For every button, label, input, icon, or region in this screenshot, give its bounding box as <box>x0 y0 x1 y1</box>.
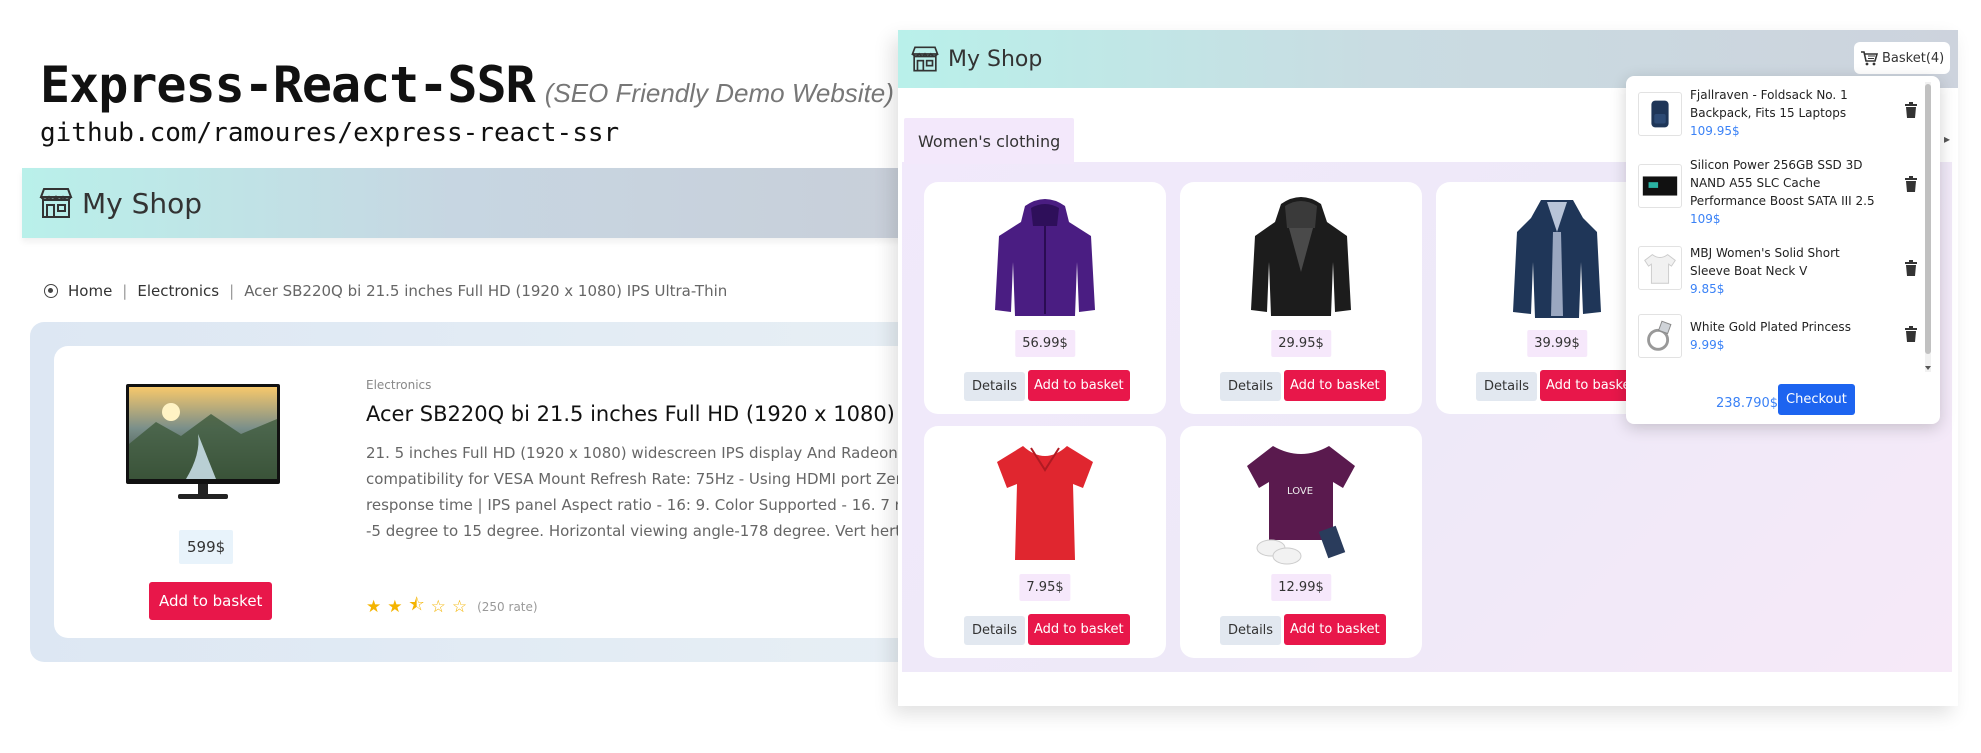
breadcrumb-home[interactable]: Home <box>68 282 112 300</box>
rating-count: (250 rate) <box>477 599 538 614</box>
intro-title: Express-React-SSR <box>40 56 536 114</box>
trash-icon[interactable] <box>1904 326 1918 342</box>
basket-item-price: 9.99$ <box>1690 338 1725 352</box>
product-price: 12.99$ <box>1271 574 1331 601</box>
details-button[interactable]: Details <box>964 372 1026 401</box>
ring-thumbnail <box>1638 314 1682 358</box>
target-icon <box>44 284 58 298</box>
tab-womens-clothing[interactable]: Women's clothing <box>904 118 1075 164</box>
black-leather-jacket-image <box>1251 197 1351 316</box>
shop-icon <box>39 188 73 218</box>
basket-total: 238.790$ <box>1716 396 1779 411</box>
shop-logo-text[interactable]: My Shop <box>82 187 202 220</box>
basket-item-name: White Gold Plated Princess <box>1690 320 1851 334</box>
star-full-icon: ★ <box>366 596 382 617</box>
add-to-basket-button[interactable]: Add to basket <box>1284 614 1386 645</box>
monitor-product-image <box>126 384 280 499</box>
shop-logo-text[interactable]: My Shop <box>948 47 1042 72</box>
breadcrumb-category[interactable]: Electronics <box>137 282 219 300</box>
basket-item: MBJ Women's Solid Short Sleeve Boat Neck… <box>1638 244 1928 296</box>
product-detail-card: 599$ Add to basket Electronics Acer SB22… <box>54 346 982 638</box>
details-button[interactable]: Details <box>1476 372 1538 401</box>
product-price: 29.95$ <box>1271 330 1331 357</box>
add-to-basket-button[interactable]: Add to basket <box>1284 370 1386 401</box>
basket-item: Silicon Power 256GB SSD 3D NAND A55 SLC … <box>1638 156 1928 226</box>
basket-scrollbar[interactable] <box>1922 82 1934 372</box>
backpack-thumbnail <box>1638 92 1682 136</box>
product-detail-window: My Shop Home | Electronics | Acer SB220Q… <box>22 168 982 668</box>
basket-item-price: 109$ <box>1690 212 1721 226</box>
basket-item-name: Silicon Power 256GB SSD 3D NAND A55 SLC … <box>1690 158 1875 208</box>
detail-panel: 599$ Add to basket Electronics Acer SB22… <box>30 322 982 662</box>
intro-url: github.com/ramoures/express-react-ssr <box>40 118 620 148</box>
ssd-thumbnail <box>1638 164 1682 208</box>
intro-subtitle: (SEO Friendly Demo Website) <box>544 78 894 108</box>
add-to-basket-button[interactable]: Add to basket <box>149 582 273 620</box>
basket-button[interactable]: Basket(4) <box>1854 42 1951 74</box>
breadcrumb-separator: | <box>229 282 235 300</box>
purple-tshirt-image: LOVE <box>1247 446 1355 565</box>
details-button[interactable]: Details <box>1220 616 1282 645</box>
tshirt-thumbnail <box>1638 246 1682 290</box>
category-window: My Shop 56.99$ Details Add to basket 29.… <box>898 30 1958 706</box>
product-price: 56.99$ <box>1015 330 1075 357</box>
add-to-basket-button[interactable]: Add to basket <box>1028 370 1130 401</box>
navy-coat-image <box>1513 200 1601 318</box>
star-empty-icon: ☆ <box>430 596 446 617</box>
basket-item: Fjallraven - Foldsack No. 1 Backpack, Fi… <box>1638 86 1928 146</box>
checkout-button[interactable]: Checkout <box>1778 384 1855 415</box>
breadcrumb-current: Acer SB220Q bi 21.5 inches Full HD (1920… <box>244 282 728 300</box>
details-button[interactable]: Details <box>1220 372 1282 401</box>
star-half-icon: ⯪ <box>408 595 425 615</box>
product-description: 21. 5 inches Full HD (1920 x 1080) wides… <box>366 444 964 540</box>
basket-label: Basket(4) <box>1882 50 1945 66</box>
intro-title-row: Express-React-SSR (SEO Friendly Demo Webs… <box>40 56 894 114</box>
star-full-icon: ★ <box>387 596 403 617</box>
details-button[interactable]: Details <box>964 616 1026 645</box>
basket-dropdown: Fjallraven - Foldsack No. 1 Backpack, Fi… <box>1626 76 1940 424</box>
product-card: 7.95$ Details Add to basket <box>924 426 1166 658</box>
basket-item-price: 9.85$ <box>1690 282 1725 296</box>
red-tshirt-image <box>997 446 1093 560</box>
trash-icon[interactable] <box>1904 102 1918 118</box>
product-card: 29.95$ Details Add to basket <box>1180 182 1422 414</box>
cart-icon <box>1861 51 1878 66</box>
trash-icon[interactable] <box>1904 260 1918 276</box>
purple-jacket-image <box>995 199 1095 316</box>
detail-header: My Shop <box>22 168 982 238</box>
chevron-right-icon[interactable]: ▸ <box>1944 132 1950 146</box>
breadcrumb-separator: | <box>122 282 128 300</box>
basket-item-name: MBJ Women's Solid Short Sleeve Boat Neck… <box>1690 246 1840 278</box>
product-price: 599$ <box>179 530 234 564</box>
shop-icon <box>911 46 939 72</box>
product-price: 7.95$ <box>1019 574 1071 601</box>
product-card: 56.99$ Details Add to basket <box>924 182 1166 414</box>
add-to-basket-button[interactable]: Add to basket <box>1028 614 1130 645</box>
product-rating: ★ ★ ⯪ ☆ ☆ (250 rate) <box>366 592 538 621</box>
svg-text:LOVE: LOVE <box>1287 486 1313 497</box>
product-title: Acer SB220Q bi 21.5 inches Full HD (1920… <box>366 402 934 426</box>
star-empty-icon: ☆ <box>451 596 468 617</box>
product-category-label: Electronics <box>366 378 432 392</box>
product-price: 39.99$ <box>1527 330 1587 357</box>
basket-item-name: Fjallraven - Foldsack No. 1 Backpack, Fi… <box>1690 88 1848 120</box>
trash-icon[interactable] <box>1904 176 1918 192</box>
product-card: LOVE 12.99$ Details Add to basket <box>1180 426 1422 658</box>
basket-item-price: 109.95$ <box>1690 124 1740 138</box>
basket-item: White Gold Plated Princess 9.99$ <box>1638 314 1928 360</box>
breadcrumb: Home | Electronics | Acer SB220Q bi 21.5… <box>44 282 727 300</box>
